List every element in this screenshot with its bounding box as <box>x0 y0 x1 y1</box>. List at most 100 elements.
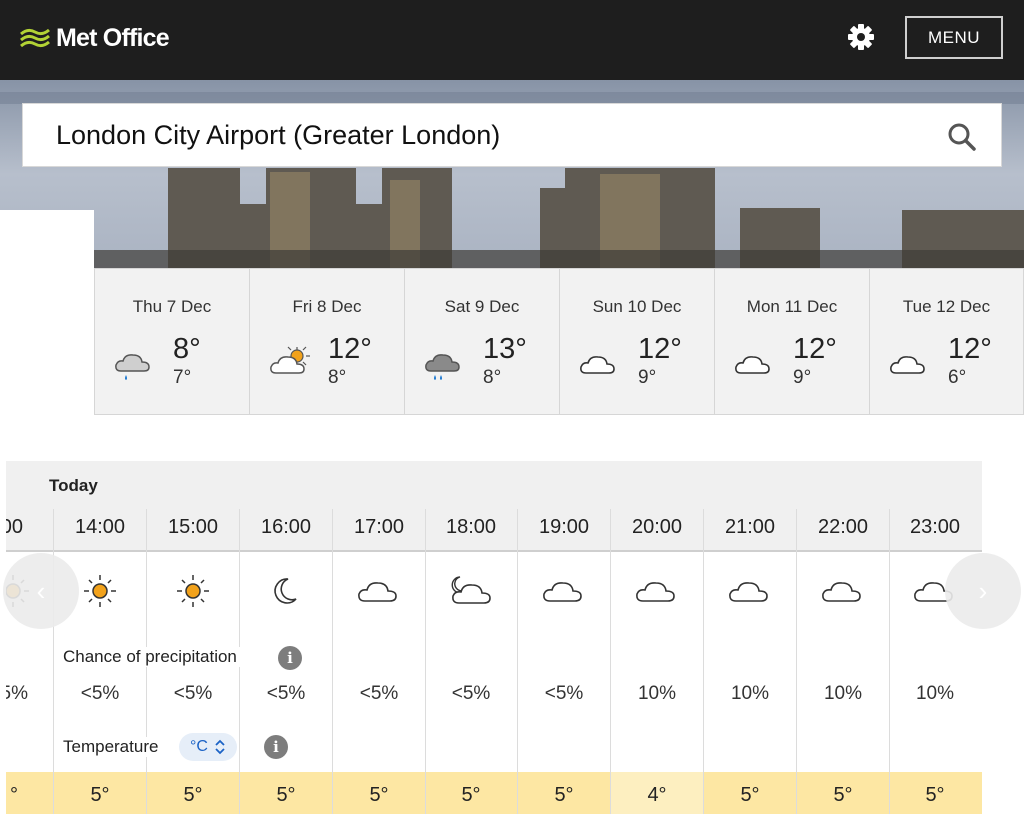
temp-value: 4° <box>647 784 667 806</box>
light-rain-icon <box>115 354 150 380</box>
info-icon[interactable]: i <box>278 646 302 670</box>
precip-value: <5% <box>544 683 584 704</box>
chevron-left-icon: ‹ <box>36 575 46 606</box>
precip-value: 10% <box>823 683 863 704</box>
cloudy-icon <box>358 582 397 602</box>
day-tab[interactable]: Tue 12 Dec 12° 6° <box>869 268 1024 415</box>
day-tab[interactable]: Sun 10 Dec 12° 9° <box>559 268 714 415</box>
chevron-right-icon: › <box>978 575 988 606</box>
column-divider <box>332 509 333 814</box>
day-tab[interactable]: Mon 11 Dec 12° 9° <box>714 268 869 415</box>
column-divider <box>796 509 797 814</box>
cloudy-icon <box>735 356 770 374</box>
sunny-icon <box>84 575 116 607</box>
cloudy-icon <box>636 582 675 602</box>
temp-value: 5° <box>461 784 481 806</box>
precip-value: 10% <box>637 683 677 704</box>
day-date: Sun 10 Dec <box>592 297 682 316</box>
day-tab[interactable]: Thu 7 Dec 8° 7° <box>94 268 249 415</box>
day-high-temp: 12° <box>328 333 372 365</box>
hour-time: 23:00 <box>909 516 961 538</box>
search-icon[interactable] <box>947 122 977 152</box>
hour-time: 21:00 <box>724 516 776 538</box>
day-low-temp: 8° <box>328 367 347 388</box>
menu-button[interactable]: MENU <box>905 16 1003 59</box>
hour-time: 14:00 <box>74 516 126 538</box>
precip-value: 10% <box>915 683 955 704</box>
cloudy-icon <box>580 356 615 374</box>
logo-waves-icon <box>20 28 50 48</box>
day-tab[interactable]: Sat 9 Dec 13° 8° <box>404 268 559 415</box>
partly-cloudy-night-icon <box>451 576 491 604</box>
day-date: Tue 12 Dec <box>902 297 991 316</box>
unit-toggle[interactable]: °C <box>179 733 237 761</box>
precip-value: <5% <box>80 683 120 704</box>
temp-value: ° <box>10 784 18 806</box>
temp-value: 5° <box>925 784 945 806</box>
day-high-temp: 12° <box>793 333 837 365</box>
location-search-field[interactable]: London City Airport (Greater London) <box>22 103 1002 167</box>
hourly-forecast-table[interactable]: Today :00 14:00 15:00 16:00 17:00 18:00 … <box>6 461 982 814</box>
day-date: Thu 7 Dec <box>132 297 212 316</box>
day-low-temp: 9° <box>793 367 812 388</box>
gear-icon[interactable] <box>847 23 875 51</box>
precip-value: <5% <box>173 683 213 704</box>
hour-time: 19:00 <box>538 516 590 538</box>
day-high-temp: 12° <box>638 333 682 365</box>
info-icon[interactable]: i <box>264 735 288 759</box>
hour-time: 16:00 <box>260 516 312 538</box>
cloudy-icon <box>822 582 861 602</box>
column-divider <box>889 509 890 814</box>
column-divider <box>517 509 518 814</box>
precip-value: 5% <box>6 683 28 704</box>
hour-time: 18:00 <box>445 516 497 538</box>
cloudy-icon <box>543 582 582 602</box>
hour-time: 15:00 <box>167 516 219 538</box>
day-date: Fri 8 Dec <box>292 297 362 316</box>
sunny-intervals-icon <box>270 346 310 374</box>
day-date: Sat 9 Dec <box>444 297 520 316</box>
temp-value: 5° <box>740 784 760 806</box>
temp-value: 5° <box>183 784 203 806</box>
chevron-updown-icon <box>215 739 225 755</box>
daily-forecast-tabs: Thu 7 Dec 8° 7° Fri 8 Dec 12° 8° Sat 9 D… <box>94 268 1024 415</box>
temp-value: 5° <box>833 784 853 806</box>
day-low-temp: 6° <box>948 367 967 388</box>
precip-value: <5% <box>266 683 306 704</box>
hour-time: 20:00 <box>631 516 683 538</box>
day-header-band <box>6 461 982 509</box>
hour-time: :00 <box>6 516 23 538</box>
scroll-left-button[interactable]: ‹ <box>3 553 79 629</box>
temp-value: 5° <box>90 784 110 806</box>
cloudy-icon <box>890 356 925 374</box>
today-label: Today <box>49 476 98 495</box>
search-input[interactable]: London City Airport (Greater London) <box>23 120 1001 151</box>
day-high-temp: 8° <box>173 333 201 365</box>
precip-value: <5% <box>451 683 491 704</box>
day-low-temp: 9° <box>638 367 657 388</box>
brand-name: Met Office <box>56 23 170 52</box>
column-divider <box>425 509 426 814</box>
day-high-temp: 13° <box>483 333 527 365</box>
day-date: Mon 11 Dec <box>746 297 838 316</box>
temp-value: 5° <box>554 784 574 806</box>
day-high-temp: 12° <box>948 333 992 365</box>
temp-value: 5° <box>276 784 296 806</box>
temp-value: 5° <box>369 784 389 806</box>
hour-time: 22:00 <box>817 516 869 538</box>
unit-value: °C <box>190 738 208 755</box>
scroll-right-button[interactable]: › <box>945 553 1021 629</box>
page-background <box>0 210 94 270</box>
met-office-logo[interactable]: Met Office <box>20 22 170 54</box>
temperature-label: Temperature <box>63 737 163 757</box>
day-low-temp: 8° <box>483 367 502 388</box>
site-header: Met Office MENU <box>0 0 1024 80</box>
precip-value: <5% <box>359 683 399 704</box>
clear-night-icon <box>274 578 297 604</box>
day-low-temp: 7° <box>173 367 192 388</box>
day-tab[interactable]: Fri 8 Dec 12° 8° <box>249 268 404 415</box>
column-divider <box>610 509 611 814</box>
hour-time: 17:00 <box>353 516 405 538</box>
column-divider <box>703 509 704 814</box>
precip-value: 10% <box>730 683 770 704</box>
